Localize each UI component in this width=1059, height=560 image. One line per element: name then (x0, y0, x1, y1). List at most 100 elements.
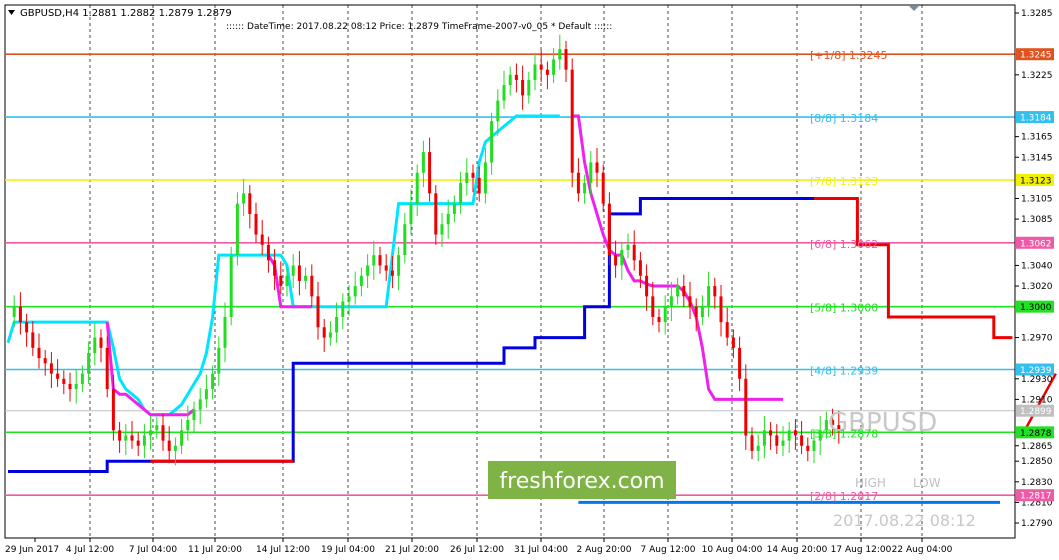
candle-body (477, 177, 481, 194)
price-chart[interactable]: GBPUSD 2017.08.22 08:12 HIGH LOW freshfo… (0, 0, 1059, 560)
price-tag-label: 1.3184 (1020, 114, 1052, 124)
candle-body (527, 79, 531, 96)
candle-body (93, 337, 97, 354)
candle-body (434, 193, 438, 235)
murrey-level-label: [6/8] 1.3062 (810, 238, 878, 251)
candle-body (130, 435, 134, 441)
x-tick-label: 2 Aug 20:00 (577, 545, 632, 555)
candle-body (676, 286, 680, 297)
candle-body (440, 224, 444, 235)
y-tick-label: 1.3105 (1021, 194, 1053, 204)
candle-body (304, 275, 308, 281)
candle-body (502, 85, 506, 101)
candle-body (601, 172, 605, 204)
candle-body (87, 353, 91, 374)
time-axis: 29 Jun 2017 4 Jul 12:00 7 Jul 04:00 11 Jul … (5, 538, 953, 555)
candle-body (49, 363, 53, 374)
candle-body (390, 270, 394, 276)
watermark-low-label: LOW (913, 476, 941, 490)
candle-body (173, 445, 177, 451)
candle-body (614, 255, 618, 266)
brand-text: freshforex.com (499, 469, 664, 494)
candle-body (310, 275, 314, 297)
symbol-ohlc-label: GBPUSD,H4 1.2881 1.2882 1.2879 1.2879 (20, 8, 232, 19)
candle-body (217, 347, 221, 374)
x-tick-label: 11 Jul 20:00 (188, 545, 242, 555)
x-tick-label: 4 Jul 12:00 (66, 545, 115, 555)
y-tick-label: 1.2850 (1021, 457, 1053, 467)
y-tick-label: 1.3040 (1021, 261, 1053, 271)
candle-body (31, 332, 35, 348)
candle-body (279, 275, 283, 287)
candle-body (105, 347, 109, 390)
price-tag-label: 1.2939 (1020, 366, 1052, 376)
candle-body (496, 100, 500, 122)
candle-body (223, 316, 227, 348)
candle-body (291, 265, 295, 276)
candle-body (657, 316, 661, 323)
candle-body (725, 322, 729, 338)
candle-body (583, 183, 587, 194)
price-tag-label: 1.3000 (1020, 303, 1052, 313)
candle-body (632, 244, 636, 261)
x-tick-label: 21 Jul 20:00 (385, 545, 439, 555)
candle-body (99, 337, 103, 348)
candle-body (576, 172, 580, 194)
candle-body (787, 430, 791, 441)
candle-body (514, 74, 518, 80)
candle-body (607, 203, 611, 256)
candle-body (762, 430, 766, 446)
price-tag-label: 1.3245 (1020, 51, 1052, 61)
y-tick-label: 1.3285 (1021, 9, 1053, 19)
x-tick-label: 14 Aug 20:00 (767, 545, 828, 555)
candle-body (136, 440, 140, 446)
candle-body (285, 275, 289, 287)
candle-body (353, 286, 357, 297)
candle-body (204, 389, 208, 400)
candle-body (552, 59, 556, 75)
candle-body (669, 296, 673, 307)
candle-body (595, 162, 599, 173)
candle-body (545, 69, 549, 75)
candle-body (694, 306, 698, 317)
candle-body (446, 213, 450, 225)
candle-body (769, 430, 773, 436)
candle-body (62, 378, 66, 384)
candle-body (645, 275, 649, 297)
watermark-datetime: 2017.08.22 08:12 (833, 511, 976, 530)
y-tick-label: 1.2790 (1021, 519, 1053, 529)
candle-body (161, 425, 165, 441)
candle-body (465, 172, 469, 184)
candle-body (452, 203, 456, 214)
candle-body (397, 255, 401, 276)
x-tick-label: 29 Jun 2017 (5, 545, 59, 555)
murrey-level-label: [8/8] 1.3184 (810, 112, 878, 125)
y-tick-label: 1.2910 (1021, 395, 1053, 405)
candle-body (781, 440, 785, 446)
murrey-level-label: [2/8] 1.2817 (810, 490, 878, 503)
candle-body (638, 260, 642, 276)
candle-body (775, 435, 779, 446)
y-tick-label: 1.2830 (1021, 478, 1053, 488)
candle-body (700, 306, 704, 317)
candle-body (155, 425, 159, 431)
candle-body (688, 296, 692, 307)
candle-body (415, 172, 419, 204)
candle-body (180, 430, 184, 446)
candle-body (149, 430, 153, 436)
info-line: :::::: DateTime: 2017.08.22 08:12 Price:… (226, 22, 612, 32)
x-tick-label: 14 Jul 12:00 (256, 545, 310, 555)
murrey-level-label: [3/8] 1.2878 (810, 427, 878, 440)
y-tick-label: 1.3020 (1021, 282, 1053, 292)
candle-body (142, 435, 146, 446)
candle-body (428, 152, 432, 194)
y-tick-label: 1.3085 (1021, 215, 1053, 225)
y-tick-label: 1.2930 (1021, 375, 1053, 385)
candle-body (738, 347, 742, 379)
candle-body (167, 440, 171, 451)
candle-body (229, 255, 233, 317)
candle-body (403, 224, 407, 256)
current-price-tag-label: 1.2899 (1020, 407, 1052, 417)
candle-body (43, 358, 47, 364)
candle-body (68, 383, 72, 390)
